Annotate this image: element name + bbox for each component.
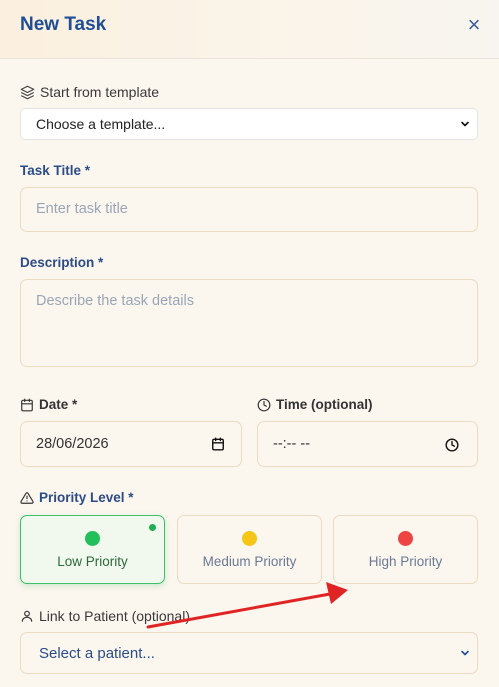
task-title-placeholder: Enter task title — [36, 201, 128, 217]
priority-label-text: Priority Level * — [39, 490, 134, 505]
task-title-label-text: Task Title * — [20, 163, 91, 178]
date-label: Date * — [20, 397, 77, 412]
priority-label-low: Low Priority — [57, 554, 128, 569]
calendar-picker-icon[interactable] — [211, 437, 225, 451]
warning-triangle-icon — [20, 491, 34, 504]
description-placeholder: Describe the task details — [36, 293, 194, 309]
time-label: Time (optional) — [257, 397, 373, 412]
chevron-down-icon — [461, 121, 469, 127]
selected-indicator — [149, 524, 156, 531]
priority-dot-medium — [242, 531, 257, 546]
description-label-text: Description * — [20, 255, 104, 270]
priority-label-high: High Priority — [368, 554, 443, 569]
patient-select[interactable]: Select a patient... — [20, 632, 478, 674]
task-title-label: Task Title * — [20, 163, 90, 178]
priority-dot-high — [398, 531, 413, 546]
description-label: Description * — [20, 255, 103, 270]
task-title-input[interactable]: Enter task title — [20, 187, 478, 232]
time-label-text: Time (optional) — [276, 397, 373, 412]
description-textarea[interactable]: Describe the task details — [20, 279, 478, 367]
priority-option-high[interactable]: High Priority — [333, 515, 478, 584]
priority-dot-low — [85, 531, 100, 546]
close-button[interactable]: × — [464, 12, 484, 37]
priority-option-medium[interactable]: Medium Priority — [177, 515, 322, 584]
priority-option-low[interactable]: Low Priority — [20, 515, 165, 584]
priority-label: Priority Level * — [20, 490, 134, 505]
close-icon: × — [467, 12, 481, 37]
clock-picker-icon[interactable] — [445, 438, 459, 452]
time-value: --:-- -- — [273, 436, 311, 452]
template-label-text: Start from template — [40, 84, 160, 100]
date-value: 28/06/2026 — [36, 436, 109, 452]
time-input[interactable]: --:-- -- — [257, 421, 478, 467]
template-label: Start from template — [20, 84, 159, 100]
dialog-header: New Task × — [0, 0, 499, 59]
template-select[interactable]: Choose a template... — [20, 108, 478, 140]
patient-label-text: Link to Patient (optional) — [39, 608, 190, 624]
date-label-text: Date * — [39, 397, 78, 412]
layers-icon — [20, 85, 35, 99]
chevron-down-icon — [461, 650, 469, 656]
user-icon — [21, 610, 33, 622]
dialog-title: New Task — [20, 14, 107, 35]
patient-select-value: Select a patient... — [39, 644, 155, 662]
clock-icon — [257, 398, 271, 411]
priority-label-medium: Medium Priority — [202, 554, 297, 569]
calendar-icon — [21, 398, 33, 411]
template-select-value: Choose a template... — [36, 116, 166, 132]
date-input[interactable]: 28/06/2026 — [20, 421, 242, 467]
patient-label: Link to Patient (optional) — [20, 608, 190, 624]
